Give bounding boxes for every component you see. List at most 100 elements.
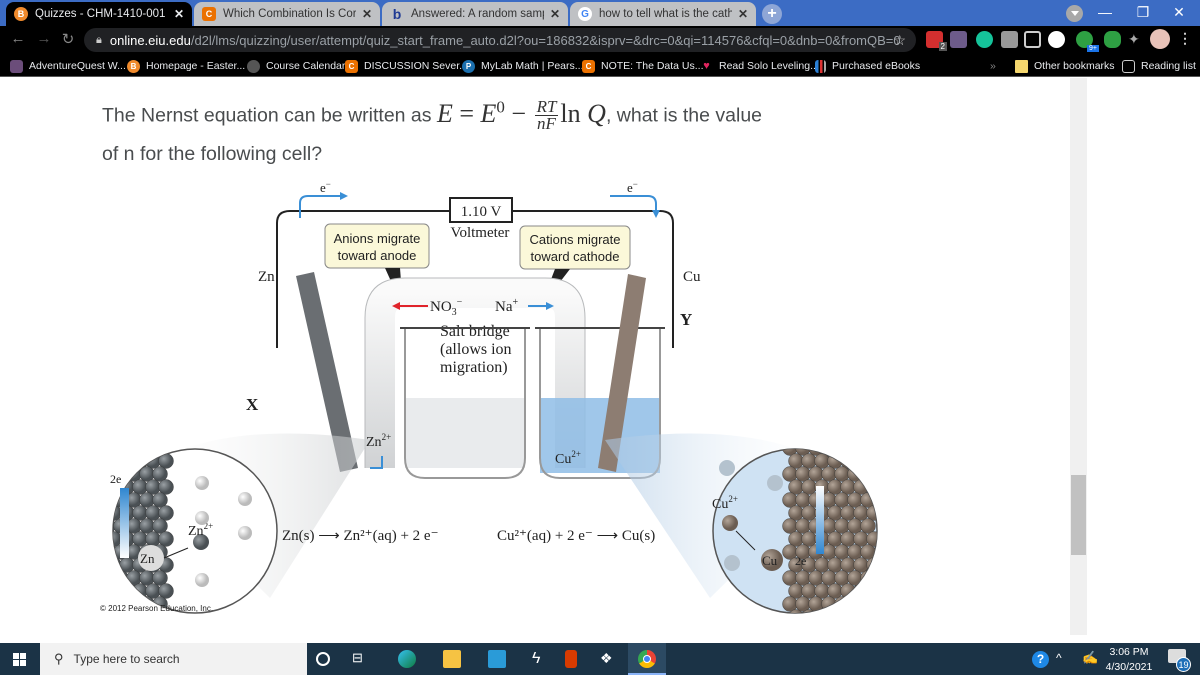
bookmark-homepage[interactable]: B Homepage - Easter...	[127, 58, 245, 74]
anode-label: Zn	[258, 269, 275, 285]
close-window-button[interactable]: ✕	[1156, 0, 1200, 26]
address-bar[interactable]: 🔒︎ online.eiu.edu /d2l/lms/quizzing/user…	[84, 28, 916, 52]
bookmark-star-icon[interactable]: ☆	[893, 32, 906, 49]
phone-extension-icon[interactable]	[1104, 31, 1121, 48]
tab-search-icon[interactable]	[1066, 5, 1083, 22]
scrollbar-thumb[interactable]	[1071, 475, 1086, 555]
tray-expand-icon[interactable]: ^	[1056, 651, 1062, 665]
browser-tabstrip: B Quizzes - CHM-1410-001 30293 ✕ C Which…	[0, 0, 1200, 26]
notifications-icon[interactable]: 19	[1168, 649, 1191, 672]
back-icon[interactable]: ←	[8, 30, 28, 47]
reading-list[interactable]: Reading list	[1122, 58, 1196, 74]
taskbar-search[interactable]: ⚲ Type here to search	[40, 643, 307, 675]
bookmark-label: Other bookmarks	[1034, 60, 1115, 72]
lock-icon[interactable]: 🔒︎	[96, 34, 102, 47]
office-icon[interactable]	[1024, 31, 1041, 48]
atom	[853, 557, 869, 573]
tab-title: Answered: A random sample of 4	[411, 8, 544, 20]
tab-answered[interactable]: b Answered: A random sample of 4 ✕	[382, 2, 568, 26]
bookmark-ebooks[interactable]: Purchased eBooks	[815, 58, 920, 74]
atom	[139, 570, 155, 586]
atom	[808, 466, 824, 482]
bookmark-note[interactable]: C NOTE: The Data Us...	[582, 58, 704, 74]
electron-flow-arrow-right	[610, 195, 657, 210]
atom	[853, 505, 869, 521]
atom	[119, 557, 135, 573]
mail-icon[interactable]	[488, 650, 506, 668]
extension-s-icon[interactable]	[1048, 31, 1065, 48]
profile-avatar[interactable]	[1150, 29, 1170, 49]
atom	[821, 596, 837, 612]
extensions-puzzle-icon[interactable]: ✦	[1128, 31, 1145, 48]
extension-icon[interactable]	[950, 31, 967, 48]
bookmark-course-calendar[interactable]: Course Calendar	[247, 58, 345, 74]
bookmark-label: Purchased eBooks	[832, 60, 921, 72]
tab-title: Which Combination Is Correct Fo	[223, 8, 356, 20]
bookmarks-overflow-button[interactable]: »	[990, 58, 996, 74]
bookmark-label: Course Calendar	[266, 60, 346, 72]
clock-date: 4/30/2021	[1105, 661, 1153, 673]
atom	[866, 557, 877, 573]
start-button[interactable]	[0, 643, 40, 675]
reload-icon[interactable]: ↻	[58, 30, 78, 48]
task-view-icon[interactable]: ⊟	[352, 650, 370, 668]
tab-cathode-search[interactable]: G how to tell what is the cathode a ✕	[570, 2, 756, 26]
other-bookmarks[interactable]: Other bookmarks	[1015, 58, 1115, 74]
chat-extension-icon[interactable]: 9+	[1076, 31, 1099, 52]
tab-title: how to tell what is the cathode a	[599, 8, 732, 20]
forward-icon[interactable]: →	[34, 30, 54, 47]
tab-which-combination[interactable]: C Which Combination Is Correct Fo ✕	[194, 2, 380, 26]
voltmeter-reading: 1.10 V	[461, 204, 502, 220]
atom	[847, 492, 863, 508]
cortana-icon[interactable]	[316, 652, 330, 666]
page-scrollbar[interactable]	[1070, 78, 1087, 635]
app-icon[interactable]: ϟ	[532, 650, 550, 668]
close-tab-icon[interactable]: ✕	[362, 7, 372, 21]
tab-title: Quizzes - CHM-1410-001 30293	[35, 8, 168, 20]
atom	[814, 453, 830, 469]
close-tab-icon[interactable]: ✕	[550, 7, 560, 21]
pen-icon[interactable]: ✍	[1082, 650, 1098, 666]
file-explorer-icon[interactable]	[443, 650, 461, 668]
bookmark-label: MyLab Math | Pears...	[481, 60, 584, 72]
atom	[139, 518, 155, 534]
new-tab-button[interactable]: +	[762, 4, 782, 24]
tab-quizzes[interactable]: B Quizzes - CHM-1410-001 30293 ✕	[6, 2, 192, 26]
chrome-taskbar-button[interactable]	[628, 643, 666, 675]
atom	[853, 453, 869, 469]
menu-icon[interactable]: ⋮	[1178, 30, 1192, 47]
atom	[782, 466, 798, 482]
zn-atom-label: Zn	[140, 551, 155, 566]
extension-icon[interactable]	[1001, 31, 1018, 48]
salt-bridge-label-2: (allows ion	[440, 341, 512, 358]
atom	[788, 453, 804, 469]
atom	[158, 531, 174, 547]
atom	[827, 505, 843, 521]
close-tab-icon[interactable]: ✕	[174, 7, 184, 21]
bookmark-solo-leveling[interactable]: ♥ Read Solo Leveling...	[700, 58, 819, 74]
edge-icon[interactable]	[398, 650, 416, 668]
reading-list-icon	[1122, 59, 1135, 73]
atom	[782, 596, 798, 612]
atom	[847, 518, 863, 534]
atom	[801, 583, 817, 599]
svg-text:toward cathode: toward cathode	[531, 249, 620, 264]
grammarly-icon[interactable]	[976, 31, 993, 48]
atom	[827, 453, 843, 469]
bookmark-mylab[interactable]: P MyLab Math | Pears...	[462, 58, 584, 74]
close-tab-icon[interactable]: ✕	[738, 7, 748, 21]
bookmark-adventurequest[interactable]: AdventureQuest W...	[10, 58, 126, 74]
atom	[827, 531, 843, 547]
clock[interactable]: 3:06 PM 4/30/2021	[1098, 646, 1160, 673]
atom	[840, 505, 856, 521]
atom	[821, 466, 837, 482]
office-icon[interactable]	[565, 650, 577, 668]
dropbox-icon[interactable]: ❖	[600, 650, 618, 668]
lastpass-icon[interactable]: 2	[926, 31, 947, 51]
atom	[788, 583, 804, 599]
question-text: The Nernst equation can be written as E …	[102, 88, 902, 173]
search-icon: ⚲	[54, 651, 64, 666]
help-icon[interactable]: ?	[1032, 651, 1049, 668]
bookmark-discussion[interactable]: C DISCUSSION Sever...	[345, 58, 468, 74]
atom	[145, 505, 161, 521]
